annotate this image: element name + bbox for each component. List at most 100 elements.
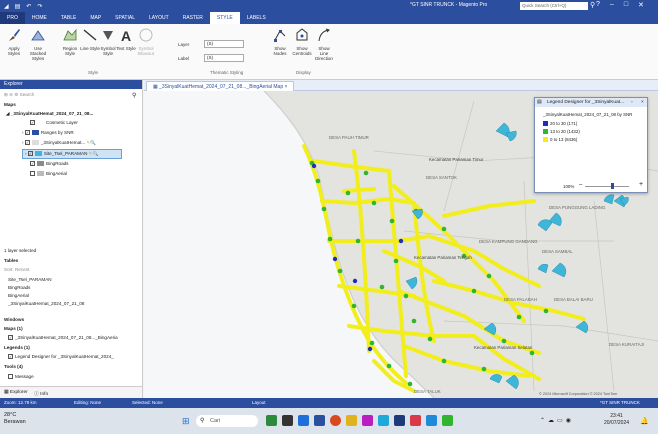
layer-checkbox[interactable]: [30, 171, 35, 177]
show-centroids-button[interactable]: Show Centroids: [292, 27, 312, 56]
legend-pin-icon[interactable]: ▫: [631, 98, 633, 107]
table-item[interactable]: Site_Tsel_PARAMAN: [8, 277, 52, 282]
use-stacked-styles-button[interactable]: Use Stacked Styles: [28, 27, 48, 61]
task-view-icon[interactable]: [282, 415, 293, 426]
line-style-button[interactable]: Line Style: [80, 27, 100, 51]
legend-zoom-thumb[interactable]: [611, 183, 614, 189]
window-item-map[interactable]: ✓ _3SinyalKuatHemat_2024_07_21_08..._Bing…: [8, 335, 118, 341]
apply-styles-button[interactable]: Apply Styles: [4, 27, 24, 56]
status-zoom[interactable]: Zoom: 12.79 km: [4, 400, 37, 405]
app-icon[interactable]: [266, 415, 277, 426]
maximize-button[interactable]: □: [624, 1, 628, 9]
chrome-icon[interactable]: [330, 415, 341, 426]
app-icon[interactable]: [442, 415, 453, 426]
legend-zoom-slider[interactable]: [585, 186, 629, 187]
layer-item-ranges[interactable]: › ✓ Ranges by SNR: [22, 130, 74, 136]
table-item[interactable]: BingRoads: [8, 285, 30, 290]
help-button[interactable]: ?: [596, 1, 600, 9]
quick-search-input[interactable]: Quick Search (Ctrl+Q): [520, 2, 588, 10]
group-style-label: Style: [88, 70, 99, 75]
edge-icon[interactable]: [426, 415, 437, 426]
folder-icon[interactable]: [346, 415, 357, 426]
layer-select[interactable]: (S): [204, 40, 244, 48]
tab-spatial[interactable]: SPATIAL: [108, 12, 142, 24]
redo-icon[interactable]: ↷: [37, 3, 42, 10]
zoom-in-icon[interactable]: +: [639, 181, 643, 188]
layer-item-bingroads[interactable]: ✓ BingRoads: [30, 161, 68, 167]
legend-designer-window[interactable]: ▤ Legend Designer for _3SinyalKuat... ▫ …: [534, 97, 648, 193]
app-icon: ◢: [4, 3, 9, 10]
layer-checkbox[interactable]: ✓: [24, 130, 30, 136]
status-layout[interactable]: Layout: [252, 400, 266, 405]
legend-swatch: [543, 137, 548, 143]
symbol-style-icon: [103, 31, 113, 40]
layer-checkbox[interactable]: ✓: [30, 161, 35, 167]
tab-layout[interactable]: LAYOUT: [142, 12, 176, 24]
show-line-direction-button[interactable]: Show Line Direction: [314, 27, 334, 61]
layer-item-points[interactable]: › ✓ _3SinyalKuatHemat... ✎🔍: [22, 140, 96, 146]
start-icon[interactable]: ⊞: [182, 416, 190, 427]
brush-icon: [9, 29, 20, 41]
table-item[interactable]: _3SinyalKuatHemat_2024_07_21_08: [8, 301, 84, 306]
app-icon[interactable]: [394, 415, 405, 426]
layer-item-sites[interactable]: › ✓ Site_Tsel_PARAMAN ✎🔍: [22, 149, 122, 159]
layer-label: Layer: [178, 42, 190, 47]
layer-item-bingaerial[interactable]: BingAerial: [30, 171, 67, 177]
zoom-out-icon[interactable]: –: [579, 182, 582, 188]
clock[interactable]: 23:41 20/07/2024: [604, 413, 629, 427]
app-icon[interactable]: [298, 415, 309, 426]
window-item-legend[interactable]: ✓ Legend Designer for _3SinyalKuatHemat_2…: [8, 354, 114, 360]
region-style-button[interactable]: Region Style: [60, 27, 80, 56]
tab-style[interactable]: STYLE: [209, 12, 240, 24]
search-icon[interactable]: ⚲: [132, 92, 136, 99]
table-item[interactable]: BingAerial: [8, 293, 29, 298]
app-icon[interactable]: [410, 415, 421, 426]
tab-raster[interactable]: RASTER: [176, 12, 210, 24]
taskbar-search[interactable]: Cari: [196, 415, 258, 427]
search-icon[interactable]: ⚲: [590, 1, 595, 9]
weather-widget[interactable]: 28°C Berawan: [4, 412, 26, 426]
layer-checkbox[interactable]: ✓: [30, 120, 35, 126]
svg-text:DESA SAMBAL: DESA SAMBAL: [542, 249, 573, 254]
save-icon[interactable]: ▤: [15, 3, 21, 10]
text-style-button[interactable]: A Text Style: [116, 27, 136, 51]
system-tray-icons[interactable]: ⌃☁▭◉: [540, 417, 574, 424]
minimize-button[interactable]: –: [610, 1, 614, 9]
layer-item-cosmetic[interactable]: ✓ Cosmetic Layer: [30, 120, 78, 126]
legend-close-icon[interactable]: ×: [641, 98, 644, 107]
undo-icon[interactable]: ↶: [26, 3, 31, 10]
layer-checkbox[interactable]: ✓: [24, 140, 30, 146]
show-nodes-button[interactable]: Show Nodes: [270, 27, 290, 56]
tables-sort[interactable]: Sort: Recent: [4, 267, 30, 272]
close-button[interactable]: ✕: [638, 1, 644, 9]
tab-table[interactable]: TABLE: [54, 12, 83, 24]
explorer-search[interactable]: ⊞ ⊖ ⚙ Search: [4, 92, 34, 98]
status-right: *GT SINR TRUNCK: [600, 400, 640, 405]
tool-item-message[interactable]: Message: [8, 374, 34, 380]
app-icon[interactable]: [314, 415, 325, 426]
tab-pro[interactable]: PRO: [0, 12, 25, 24]
tab-explorer[interactable]: ▦ Explorer: [4, 390, 28, 395]
line-style-icon: [83, 29, 97, 41]
app-icon[interactable]: [362, 415, 373, 426]
layer-selected-status: 1 layer selected: [4, 248, 37, 253]
status-selected[interactable]: Selected: None: [132, 400, 163, 405]
svg-text:A: A: [121, 28, 131, 43]
status-editing[interactable]: Editing: None: [74, 400, 101, 405]
notification-icon[interactable]: 🔔: [640, 417, 649, 425]
map-window-tab[interactable]: ▦ _3SinyalKuatHemat_2024_07_21_08..._Bin…: [146, 81, 295, 91]
app-icon[interactable]: [378, 415, 389, 426]
legend-window-title[interactable]: ▤ Legend Designer for _3SinyalKuat... ▫ …: [535, 98, 647, 107]
tab-map[interactable]: MAP: [83, 12, 108, 24]
symbol-style-button[interactable]: Symbol Style: [98, 27, 118, 56]
windows-header: Windows: [4, 317, 25, 322]
symbol-blowout-button[interactable]: Symbol Blowout: [136, 27, 156, 56]
svg-text:Kecamatan Pariaman Timur: Kecamatan Pariaman Timur: [429, 157, 484, 162]
tab-labels[interactable]: LABELS: [240, 12, 273, 24]
label-select[interactable]: (S): [204, 54, 244, 62]
tab-home[interactable]: HOME: [25, 12, 54, 24]
tab-info[interactable]: ⓘ Info: [34, 390, 48, 397]
map-node[interactable]: ◢ _3SinyalKuatHemat_2024_07_21_08...: [6, 111, 93, 117]
layer-checkbox[interactable]: ✓: [27, 151, 33, 157]
close-tab-icon[interactable]: ×: [285, 84, 288, 90]
